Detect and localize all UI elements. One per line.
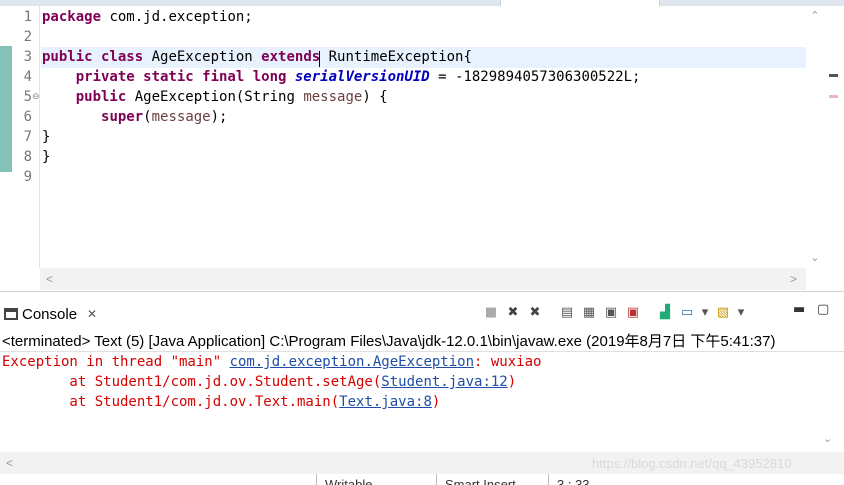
code-text: com.jd.exception; <box>101 9 253 25</box>
code-editor[interactable]: 1 2 3 4 5 ⊖ 6 7 8 9 package com.jd.excep… <box>0 6 844 291</box>
maximize-icon[interactable]: ▢ <box>817 302 829 317</box>
console-view[interactable]: Console ✕ ■ ✖ ✖ ▤ ▦ ▣ ▣ ▟ ▭ ▾ ▧ ▾ ▬ ▢ <t… <box>0 291 844 485</box>
open-console-icon[interactable]: ▧ <box>714 304 732 322</box>
exception-link[interactable]: com.jd.exception.AgeException <box>230 354 474 370</box>
parameter-name: message <box>151 109 211 125</box>
line-number: 1 <box>23 9 32 25</box>
fold-collapse-icon[interactable]: ⊖ <box>32 87 40 107</box>
keyword-text: extends <box>261 49 321 65</box>
chevron-down-icon[interactable]: ▾ <box>736 304 746 322</box>
output-line: Exception in thread "main" com.jd.except… <box>2 352 541 372</box>
line-number: 6 <box>23 109 32 125</box>
line-number-gutter: 1 2 3 4 5 ⊖ 6 7 8 9 <box>12 6 40 268</box>
code-line-1: package com.jd.exception; <box>42 7 253 27</box>
code-text: AgeException <box>143 49 262 65</box>
console-toolbar: ■ ✖ ✖ ▤ ▦ ▣ ▣ ▟ ▭ ▾ ▧ ▾ <box>482 304 746 322</box>
line-number: 7 <box>23 129 32 145</box>
scroll-lock-icon[interactable]: ▤ <box>558 304 576 322</box>
line-number: 5 <box>23 89 32 105</box>
output-text: ) <box>431 394 441 410</box>
line-number: 8 <box>23 149 32 165</box>
overview-ruler[interactable] <box>824 6 844 291</box>
code-text: ); <box>210 109 228 125</box>
editor-horizontal-scrollbar[interactable]: < > <box>40 268 806 290</box>
pin-console-icon[interactable]: ▟ <box>656 304 674 322</box>
field-name: serialVersionUID <box>294 69 430 85</box>
status-cursor-position: 3 : 33 <box>548 474 628 485</box>
scroll-left-arrow-icon[interactable]: < <box>6 456 13 470</box>
line-number: 2 <box>23 29 32 45</box>
code-text: RuntimeException{ <box>320 49 472 65</box>
display-console-icon[interactable]: ▭ <box>678 304 696 322</box>
output-text: at Student1/com.jd.ov.Student.setAge( <box>2 374 382 390</box>
code-line-7: } <box>42 129 51 145</box>
show-on-stderr-icon[interactable]: ▣ <box>624 304 642 322</box>
status-bar: Writable Smart Insert 3 : 33 <box>0 474 844 485</box>
change-indicator-bar <box>0 46 12 172</box>
output-line: at Student1/com.jd.ov.Student.setAge(Stu… <box>2 372 516 392</box>
code-line-3: public class AgeException extends Runtim… <box>42 47 472 67</box>
output-text: : wuxiao <box>474 354 542 370</box>
parameter-name: message <box>303 89 363 105</box>
show-on-stdout-icon[interactable]: ▣ <box>602 304 620 322</box>
code-text: AgeException(String <box>126 89 304 105</box>
chevron-down-icon[interactable]: ▾ <box>700 304 710 322</box>
remove-launch-icon[interactable]: ✖ <box>504 304 522 322</box>
code-text: ( <box>143 109 152 125</box>
console-tab-bar: Console ✕ ■ ✖ ✖ ▤ ▦ ▣ ▣ ▟ ▭ ▾ ▧ ▾ ▬ ▢ <box>0 292 844 332</box>
keyword: private static final long <box>75 69 287 85</box>
editor-vertical-scrollbar[interactable]: ⌃ ⌄ <box>806 6 824 268</box>
word-wrap-icon[interactable]: ▦ <box>580 304 598 322</box>
text-caret <box>319 51 321 67</box>
watermark: https://blog.csdn.net/qq_43952810 <box>592 456 792 471</box>
code-text-area[interactable]: package com.jd.exception; public class A… <box>41 6 806 268</box>
stack-trace-link[interactable]: Student.java:12 <box>381 374 507 390</box>
output-text: ) <box>507 374 517 390</box>
code-line-5: public AgeException(String message) { <box>42 87 388 107</box>
tab-console[interactable]: Console ✕ <box>0 302 97 326</box>
keyword: extends <box>261 49 321 67</box>
console-vertical-scrollbar[interactable]: ⌄ <box>820 352 838 452</box>
scroll-up-arrow-icon[interactable]: ⌃ <box>809 10 821 22</box>
code-line-4: private static final long serialVersionU… <box>42 67 641 87</box>
console-output[interactable]: Exception in thread "main" com.jd.except… <box>0 352 820 452</box>
scroll-down-arrow-icon[interactable]: ⌄ <box>809 252 821 264</box>
terminate-icon[interactable]: ■ <box>482 304 500 322</box>
code-line-6: super(message); <box>42 107 227 127</box>
keyword: package <box>42 9 102 25</box>
minimize-icon[interactable]: ▬ <box>793 302 805 317</box>
stack-trace-link[interactable]: Text.java:8 <box>339 394 432 410</box>
scroll-down-arrow-icon[interactable]: ⌄ <box>823 432 832 445</box>
keyword: super <box>101 109 144 125</box>
keyword: public class <box>42 49 144 65</box>
output-text: at Student1/com.jd.ov.Text.main( <box>2 394 340 410</box>
code-text: ) { <box>362 89 388 105</box>
overview-marker[interactable] <box>829 74 838 77</box>
scroll-right-arrow-icon[interactable]: > <box>790 272 797 286</box>
line-number: 9 <box>23 169 32 185</box>
overview-marker[interactable] <box>829 95 838 98</box>
keyword: public <box>75 89 127 105</box>
scroll-left-arrow-icon[interactable]: < <box>46 272 53 286</box>
output-text: Exception in thread "main" <box>2 354 230 370</box>
status-insert-mode: Smart Insert <box>436 474 548 485</box>
line-number: 4 <box>23 69 32 85</box>
line-number: 3 <box>23 49 32 65</box>
code-text: = -1829894057306300522L; <box>429 69 641 85</box>
status-writable: Writable <box>316 474 436 485</box>
code-line-8: } <box>42 149 51 165</box>
close-icon[interactable]: ✕ <box>87 307 97 321</box>
tab-label: Console <box>22 305 78 323</box>
output-line: at Student1/com.jd.ov.Text.main(Text.jav… <box>2 392 440 412</box>
console-process-header: <terminated> Text (5) [Java Application]… <box>0 332 844 352</box>
remove-all-icon[interactable]: ✖ <box>526 304 544 322</box>
console-icon <box>4 308 18 320</box>
